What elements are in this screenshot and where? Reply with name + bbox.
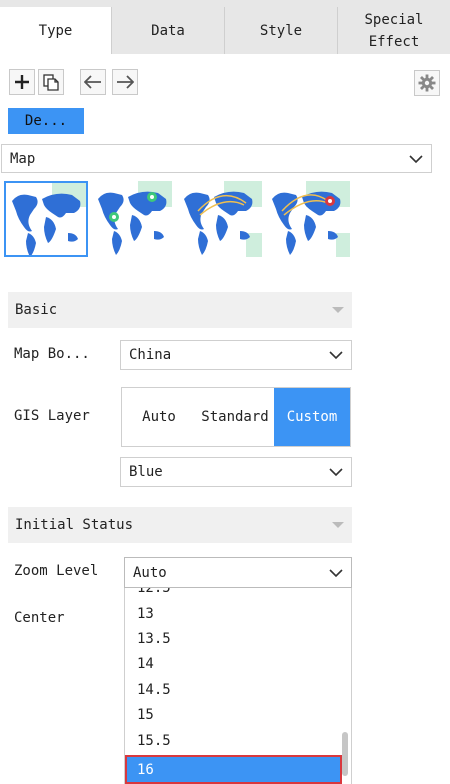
zoom-option-label: 16 [137,761,154,778]
zoom-option[interactable]: 15 [137,707,154,723]
gis-option-custom[interactable]: Custom [274,388,350,446]
map-boundary-label: Map Bo... [14,346,90,362]
arrow-right-icon [117,75,134,89]
dropdown-scrollbar[interactable] [342,732,348,776]
section-basic-header[interactable]: Basic [8,292,352,328]
section-title: Initial Status [15,517,134,533]
zoom-option[interactable]: 12.5 [137,588,171,596]
zoom-option[interactable]: 15.5 [137,733,171,749]
gis-layer-label: GIS Layer [14,408,90,424]
map-region-icon [6,183,86,257]
section-title: Basic [15,302,58,318]
zoom-option[interactable]: 13.5 [137,631,171,647]
tab-label: Data [151,22,185,39]
component-chip[interactable]: De... [8,108,84,134]
collapse-arrow-icon [332,522,344,528]
center-label: Center [14,610,65,626]
zoom-level-select[interactable]: Auto [124,557,352,588]
chevron-down-icon [409,154,423,163]
tab-data[interactable]: Data [112,7,224,54]
tab-special-effect[interactable]: Special Effect [338,7,450,54]
chevron-down-icon [329,468,343,477]
chevron-down-icon [329,568,343,577]
zoom-option[interactable]: 13 [137,606,154,622]
plus-icon [15,75,29,89]
arrow-left-icon [84,75,101,89]
map-flow-marker-icon [272,181,350,257]
chart-type-select[interactable]: Map [1,144,432,173]
gis-option-standard[interactable]: Standard [196,388,274,446]
tab-bar: Type Data Style Special Effect [0,0,450,54]
next-button[interactable] [112,69,138,95]
tab-label-line2: Effect [368,33,420,50]
map-style-region[interactable] [4,181,88,257]
map-marker-icon [98,181,172,255]
zoom-option-highlighted[interactable]: 16 [125,755,342,784]
collapse-arrow-icon [332,307,344,313]
add-button[interactable] [9,69,35,95]
map-style-marker[interactable] [92,181,172,257]
gis-option-auto[interactable]: Auto [122,388,196,446]
gear-icon [418,74,436,92]
tab-type[interactable]: Type [0,7,111,54]
tab-label-line1: Special [364,11,424,28]
section-initial-status-header[interactable]: Initial Status [8,507,352,543]
zoom-level-value: Auto [133,564,167,581]
map-boundary-select[interactable]: China [120,340,352,370]
gis-color-value: Blue [129,464,163,480]
prev-button[interactable] [80,69,106,95]
chevron-down-icon [329,351,343,360]
zoom-option[interactable]: 14 [137,656,154,672]
map-boundary-value: China [129,347,172,363]
settings-button[interactable] [414,70,440,96]
tab-label: Type [38,22,73,39]
map-style-flow[interactable] [178,181,262,257]
zoom-option[interactable]: 14.5 [137,682,171,698]
chip-label: De... [24,113,68,129]
map-flow-icon [184,181,262,257]
gis-layer-segmented: Auto Standard Custom [121,387,351,447]
tab-style[interactable]: Style [225,7,337,54]
zoom-level-dropdown: 12.5 13 13.5 14 14.5 15 15.5 16 [124,588,352,784]
gis-color-select[interactable]: Blue [120,457,352,487]
tab-label: Style [259,22,303,39]
chart-type-value: Map [10,150,36,167]
map-style-flow-marker[interactable] [266,181,350,257]
copy-icon [43,74,59,91]
copy-button[interactable] [38,69,64,95]
zoom-level-label: Zoom Level [14,563,99,579]
